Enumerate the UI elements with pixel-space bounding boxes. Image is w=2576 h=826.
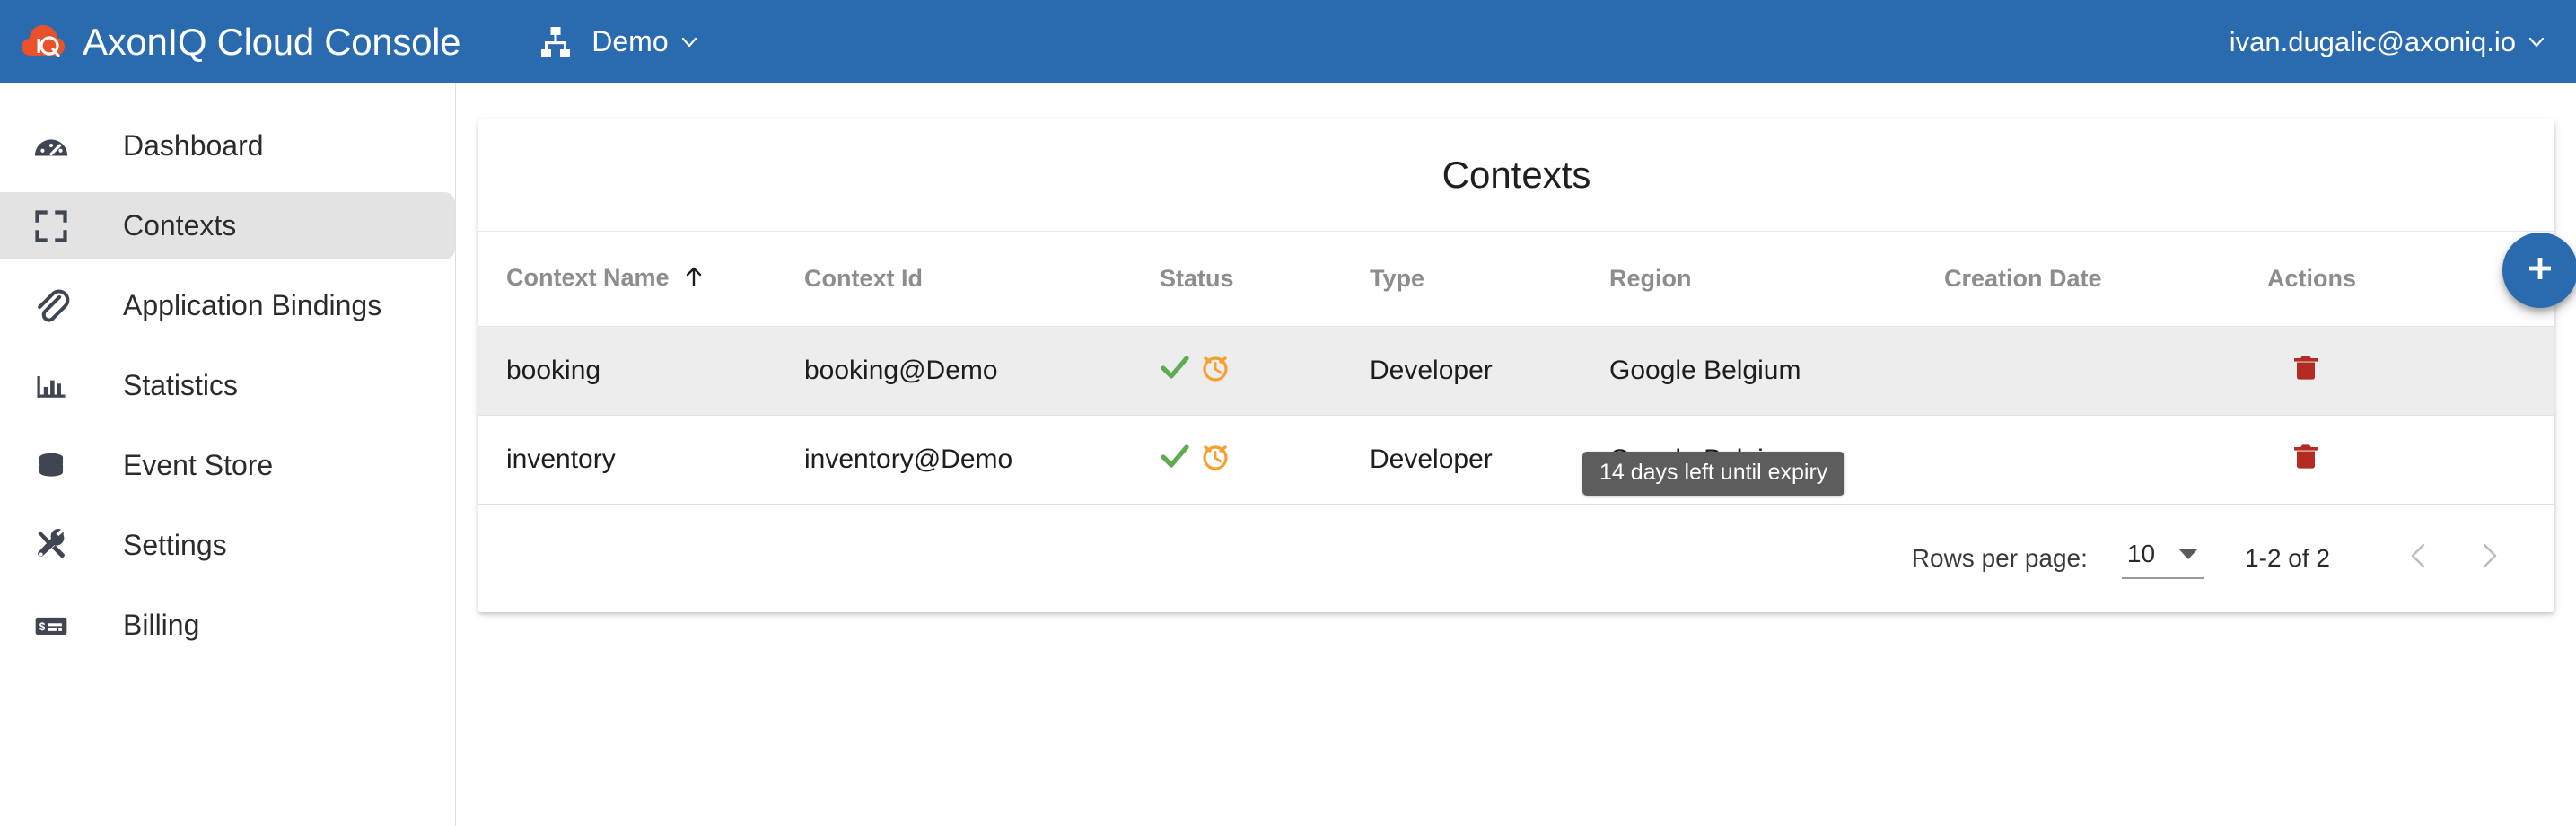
sidebar-item-dashboard[interactable]: Dashboard bbox=[0, 112, 455, 180]
sidebar-item-label: Settings bbox=[123, 529, 227, 561]
sidebar-item-statistics[interactable]: Statistics bbox=[0, 352, 455, 419]
alarm-clock-icon[interactable] bbox=[1199, 351, 1231, 391]
table-header: Context Name Context Id Status Type Regi… bbox=[478, 232, 2554, 327]
arrow-up-icon bbox=[684, 266, 704, 294]
column-header-region[interactable]: Region bbox=[1609, 232, 1944, 327]
gauge-icon bbox=[31, 126, 72, 167]
chevron-down-icon bbox=[680, 33, 698, 51]
table-body: booking booking@Demo Developer Google Be… bbox=[478, 326, 2554, 505]
pagination-range-label: 1-2 of 2 bbox=[2245, 543, 2330, 572]
table-header-row: Context Name Context Id Status Type Regi… bbox=[478, 232, 2554, 327]
column-label: Creation Date bbox=[1944, 264, 2102, 292]
column-header-creation-date[interactable]: Creation Date bbox=[1944, 232, 2267, 327]
rows-per-page-select[interactable]: 10 bbox=[2121, 537, 2204, 579]
rows-per-page-value: 10 bbox=[2126, 540, 2156, 567]
brand: I AxonIQ Cloud Console bbox=[20, 19, 461, 66]
column-label: Type bbox=[1370, 264, 1425, 292]
chevron-left-icon bbox=[2405, 540, 2435, 576]
hierarchy-icon bbox=[538, 24, 574, 60]
delete-context-button[interactable] bbox=[2267, 352, 2554, 390]
check-icon bbox=[1160, 352, 1190, 390]
sidebar-item-application-bindings[interactable]: Application Bindings bbox=[0, 272, 455, 339]
cell-status bbox=[1160, 326, 1370, 416]
svg-text:$: $ bbox=[39, 620, 46, 633]
plus-icon bbox=[2522, 250, 2558, 291]
alarm-clock-icon[interactable] bbox=[1199, 440, 1231, 479]
sidebar-item-label: Billing bbox=[123, 609, 200, 641]
contexts-card: Contexts Context Name Context Id Status … bbox=[478, 119, 2576, 612]
expiry-tooltip: 14 days left until expiry bbox=[1582, 452, 1845, 496]
top-app-bar: I AxonIQ Cloud Console Demo ivan.dugalic… bbox=[0, 0, 2576, 83]
cell-actions bbox=[2267, 415, 2554, 505]
column-header-context-name[interactable]: Context Name bbox=[478, 232, 804, 327]
table-row[interactable]: inventory inventory@Demo Developer bbox=[478, 415, 2554, 505]
cell-context-id: booking@Demo bbox=[804, 326, 1160, 416]
org-switcher[interactable]: Demo bbox=[538, 24, 697, 60]
column-header-status[interactable]: Status bbox=[1160, 232, 1370, 327]
column-label: Context Name bbox=[506, 263, 670, 291]
table-row[interactable]: booking booking@Demo Developer Google Be… bbox=[478, 326, 2554, 416]
sidebar: Dashboard Contexts Application Bindings bbox=[0, 83, 456, 826]
paginator: Rows per page: 10 1-2 of 2 bbox=[478, 505, 2554, 612]
cell-creation-date bbox=[1944, 326, 2267, 416]
fullscreen-icon bbox=[31, 206, 72, 247]
delete-icon bbox=[2291, 441, 2321, 479]
caret-down-icon bbox=[2178, 549, 2199, 559]
sidebar-item-label: Statistics bbox=[123, 369, 239, 401]
previous-page-button[interactable] bbox=[2386, 524, 2454, 593]
sidebar-item-event-store[interactable]: Event Store bbox=[0, 432, 455, 499]
cell-creation-date bbox=[1944, 415, 2267, 505]
sidebar-item-label: Dashboard bbox=[123, 129, 264, 162]
sidebar-item-contexts[interactable]: Contexts bbox=[0, 192, 455, 259]
check-icon bbox=[1160, 441, 1190, 479]
chevron-down-icon bbox=[2528, 33, 2545, 51]
sidebar-item-label: Event Store bbox=[123, 449, 274, 481]
next-page-button[interactable] bbox=[2454, 524, 2522, 593]
sidebar-item-label: Contexts bbox=[123, 209, 237, 242]
org-label: Demo bbox=[591, 25, 669, 57]
delete-icon bbox=[2291, 352, 2321, 390]
bar-chart-icon bbox=[31, 365, 72, 407]
sidebar-item-settings[interactable]: Settings bbox=[0, 512, 455, 579]
cell-status bbox=[1160, 415, 1370, 505]
contexts-table: Context Name Context Id Status Type Regi… bbox=[478, 232, 2554, 505]
axoniq-cloud-logo-icon: I bbox=[20, 19, 66, 66]
user-menu[interactable]: ivan.dugalic@axoniq.io bbox=[2230, 26, 2545, 58]
column-header-type[interactable]: Type bbox=[1370, 232, 1609, 327]
delete-context-button[interactable] bbox=[2267, 441, 2554, 479]
column-header-context-id[interactable]: Context Id bbox=[804, 232, 1160, 327]
add-context-button[interactable] bbox=[2502, 233, 2576, 308]
rows-per-page-label: Rows per page: bbox=[1911, 543, 2088, 572]
tools-icon bbox=[31, 525, 72, 567]
column-label: Region bbox=[1609, 264, 1692, 292]
column-label: Status bbox=[1160, 264, 1234, 292]
card-header: Contexts bbox=[478, 119, 2554, 232]
cell-context-name: inventory bbox=[478, 415, 804, 505]
user-email-label: ivan.dugalic@axoniq.io bbox=[2229, 25, 2516, 57]
column-label: Context Id bbox=[804, 264, 923, 292]
main-content: Contexts Context Name Context Id Status … bbox=[457, 83, 2576, 826]
cell-context-id: inventory@Demo bbox=[804, 415, 1160, 505]
cell-actions bbox=[2267, 326, 2554, 416]
app-title: AxonIQ Cloud Console bbox=[83, 20, 461, 63]
cell-context-name: booking bbox=[478, 326, 804, 416]
database-icon bbox=[31, 445, 72, 487]
payment-icon: $ bbox=[31, 605, 72, 646]
column-label: Actions bbox=[2267, 264, 2357, 292]
paperclip-icon bbox=[31, 286, 72, 327]
cell-type: Developer bbox=[1370, 415, 1609, 505]
chevron-right-icon bbox=[2473, 540, 2503, 576]
sidebar-item-billing[interactable]: $ Billing bbox=[0, 592, 455, 659]
cell-region: Google Belgium bbox=[1609, 326, 1944, 416]
page-title: Contexts bbox=[1441, 154, 1591, 196]
sidebar-item-label: Application Bindings bbox=[123, 289, 382, 321]
cell-type: Developer bbox=[1370, 326, 1609, 416]
